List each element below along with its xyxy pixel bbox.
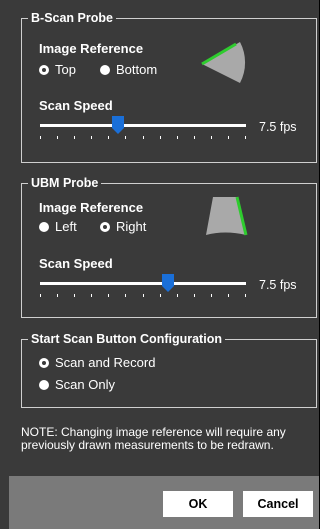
slider-tick	[245, 136, 246, 139]
radio-unselected-icon	[39, 222, 49, 232]
slider-tick	[40, 294, 41, 297]
ubm-radio-left-label: Left	[55, 219, 77, 234]
scan-and-record-label: Scan and Record	[55, 355, 156, 370]
bscan-slider-thumb[interactable]	[112, 116, 124, 134]
settings-panel: B-Scan Probe Image Reference Top Bottom …	[9, 0, 319, 476]
ok-button[interactable]: OK	[163, 491, 233, 517]
bscan-image-reference-label: Image Reference	[39, 41, 144, 56]
radio-unselected-icon	[39, 380, 49, 390]
slider-tick	[91, 294, 92, 297]
slider-tick	[194, 136, 195, 139]
slider-tick	[74, 294, 75, 297]
start-scan-group-title: Start Scan Button Configuration	[28, 331, 225, 347]
bscan-speed-value: 7.5 fps	[259, 120, 297, 134]
scan-settings-dialog: B-Scan Probe Image Reference Top Bottom …	[0, 0, 319, 529]
radio-scan-only[interactable]: Scan Only	[39, 377, 115, 393]
slider-tick	[108, 136, 109, 139]
bscan-slider-ticks	[40, 136, 246, 140]
radio-selected-icon	[100, 222, 110, 232]
slider-tick	[40, 136, 41, 139]
bscan-group-title: B-Scan Probe	[28, 10, 116, 26]
ubm-radio-right-label: Right	[116, 219, 147, 234]
bscan-slider-track[interactable]	[40, 124, 246, 127]
radio-selected-icon	[39, 65, 49, 75]
ubm-probe-sector-icon	[206, 196, 248, 236]
bscan-radio-top[interactable]: Top	[39, 62, 76, 78]
bscan-radio-top-label: Top	[55, 62, 76, 77]
slider-tick	[108, 294, 109, 297]
slider-tick	[177, 136, 178, 139]
radio-selected-icon	[39, 358, 49, 368]
ubm-probe-group: UBM Probe Image Reference Left Right Sca…	[21, 175, 317, 318]
start-scan-config-group: Start Scan Button Configuration Scan and…	[21, 331, 317, 408]
ubm-image-reference-label: Image Reference	[39, 200, 144, 215]
radio-unselected-icon	[100, 65, 110, 75]
slider-tick	[211, 136, 212, 139]
ubm-slider-track[interactable]	[40, 282, 246, 285]
slider-tick	[143, 136, 144, 139]
slider-tick	[194, 294, 195, 297]
ubm-slider-ticks	[40, 294, 246, 298]
ubm-group-title: UBM Probe	[28, 175, 102, 191]
scan-only-label: Scan Only	[55, 377, 115, 392]
slider-tick	[228, 294, 229, 297]
cancel-button[interactable]: Cancel	[243, 491, 313, 517]
slider-tick	[160, 136, 161, 139]
slider-tick	[57, 294, 58, 297]
bscan-probe-group: B-Scan Probe Image Reference Top Bottom …	[21, 10, 317, 163]
slider-tick	[57, 136, 58, 139]
slider-tick	[74, 136, 75, 139]
slider-tick	[125, 136, 126, 139]
ubm-scan-speed-label: Scan Speed	[39, 256, 113, 271]
slider-tick	[177, 294, 178, 297]
ubm-speed-value: 7.5 fps	[259, 278, 297, 292]
ubm-radio-right[interactable]: Right	[100, 219, 146, 235]
dialog-footer: OK Cancel	[9, 476, 319, 529]
slider-tick	[211, 294, 212, 297]
slider-tick	[125, 294, 126, 297]
slider-tick	[245, 294, 246, 297]
radio-scan-and-record[interactable]: Scan and Record	[39, 355, 155, 371]
bscan-radio-bottom-label: Bottom	[116, 62, 158, 77]
ubm-radio-left[interactable]: Left	[39, 219, 77, 235]
ubm-slider-thumb[interactable]	[162, 274, 174, 292]
note-text: NOTE: Changing image reference will requ…	[21, 425, 286, 452]
slider-tick	[228, 136, 229, 139]
slider-tick	[143, 294, 144, 297]
bscan-probe-sector-icon	[201, 42, 246, 83]
bscan-scan-speed-label: Scan Speed	[39, 98, 113, 113]
slider-tick	[160, 294, 161, 297]
bscan-radio-bottom[interactable]: Bottom	[100, 62, 157, 78]
slider-tick	[91, 136, 92, 139]
